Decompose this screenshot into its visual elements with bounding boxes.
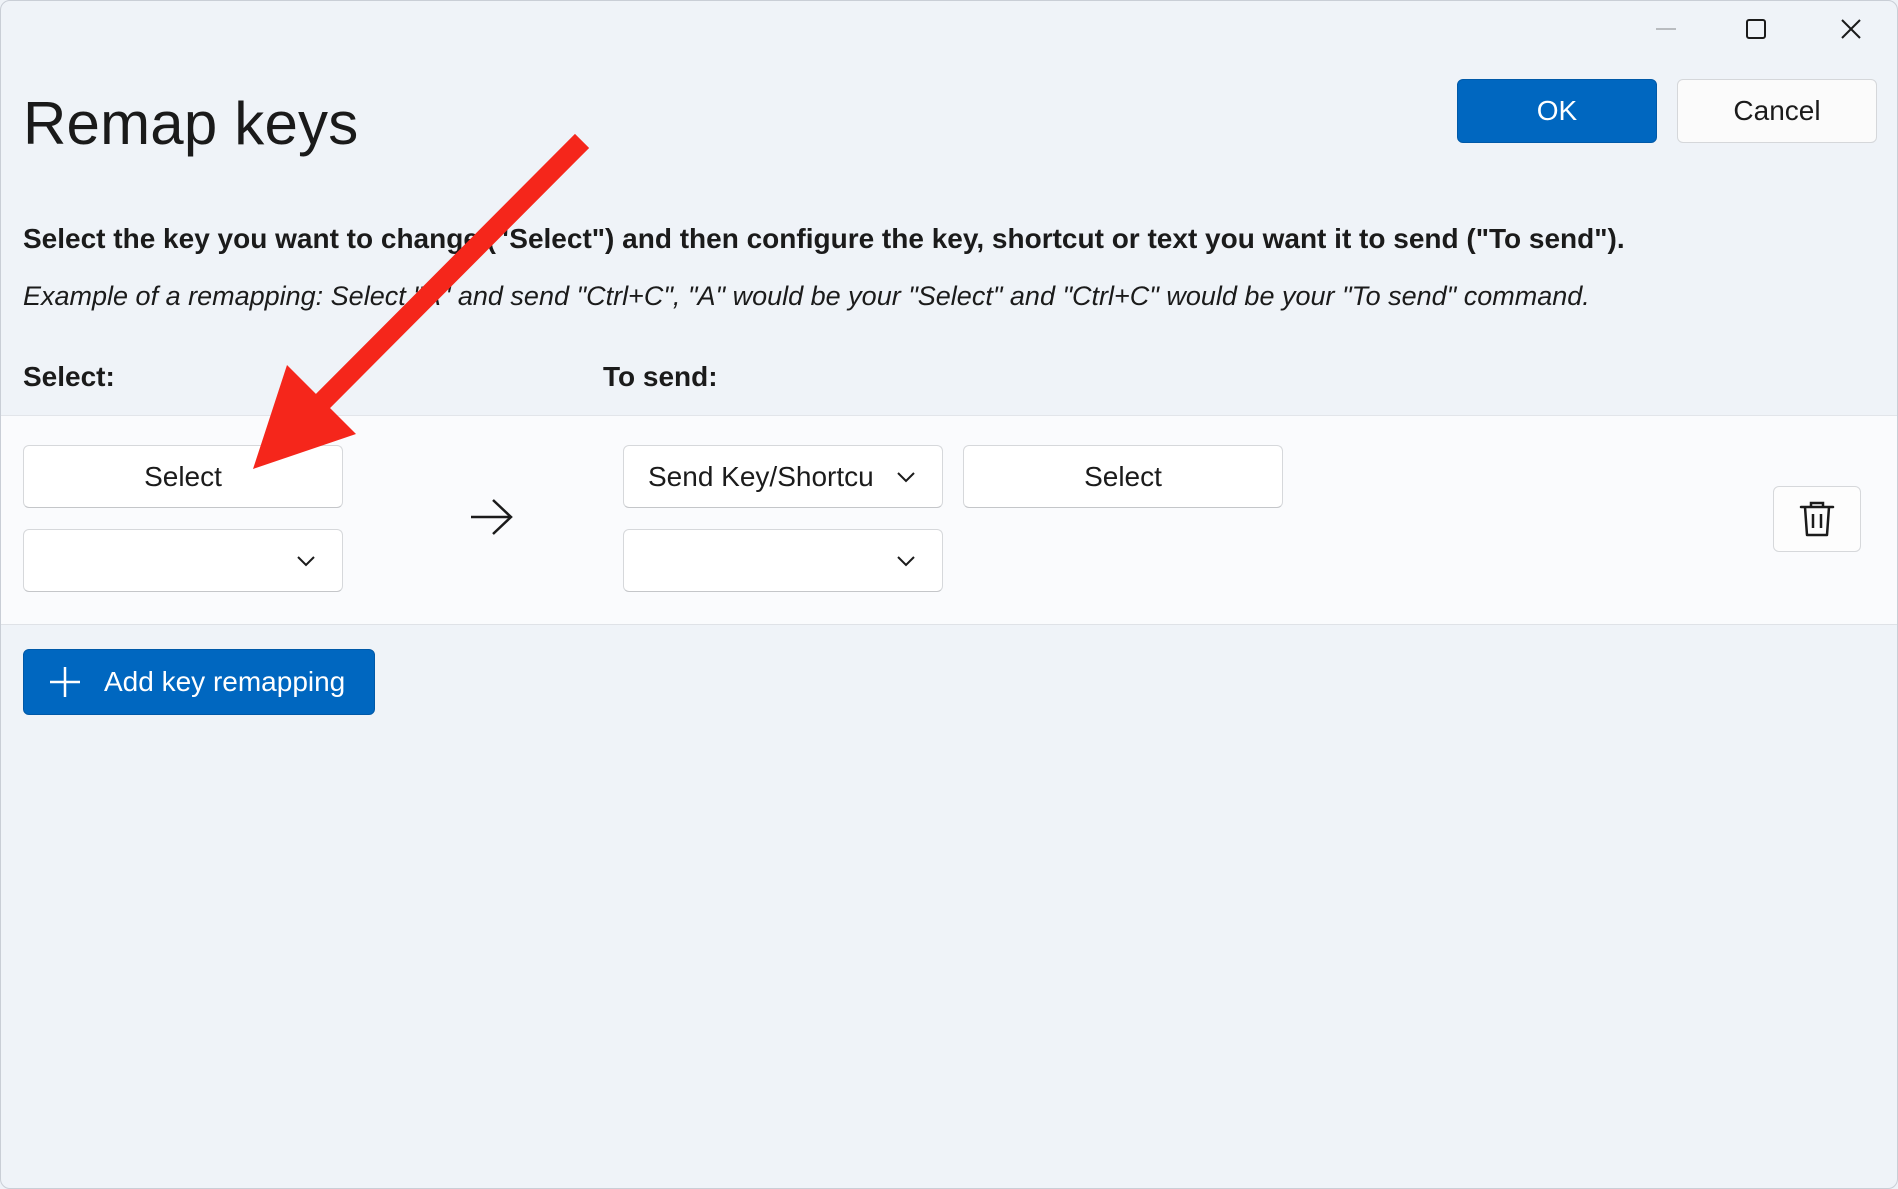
send-type-value: Send Key/Shortcu [648,460,874,492]
minimize-button[interactable] [1621,1,1711,57]
close-icon [1841,19,1861,39]
select-key-button[interactable]: Select [23,445,343,508]
chevron-down-icon [897,555,915,566]
page-title: Remap keys [23,90,359,157]
minimize-icon [1656,28,1676,30]
send-type-dropdown[interactable]: Send Key/Shortcu [623,445,943,508]
close-button[interactable] [1806,1,1896,57]
trash-icon [1799,501,1835,537]
add-key-remapping-button[interactable]: Add key remapping [23,649,375,715]
select-column-label: Select: [23,361,115,392]
delete-remapping-button[interactable] [1773,486,1861,552]
arrow-right-icon [471,499,513,535]
to-send-select-button[interactable]: Select [963,445,1283,508]
ok-button[interactable]: OK [1457,79,1657,143]
cancel-button[interactable]: Cancel [1677,79,1877,143]
to-send-column-label: To send: [603,361,718,392]
instructions-text: Select the key you want to change ("Sele… [23,223,1625,254]
add-key-remapping-label: Add key remapping [104,666,346,697]
maximize-button[interactable] [1711,1,1801,57]
send-key-dropdown[interactable] [623,529,943,592]
remap-keys-window: Remap keys OK Cancel Select the key you … [0,0,1898,1189]
plus-icon [50,667,80,697]
example-text: Example of a remapping: Select "A" and s… [23,281,1590,311]
select-key-dropdown[interactable] [23,529,343,592]
maximize-icon [1746,19,1766,39]
chevron-down-icon [297,555,315,566]
chevron-down-icon [897,471,915,482]
